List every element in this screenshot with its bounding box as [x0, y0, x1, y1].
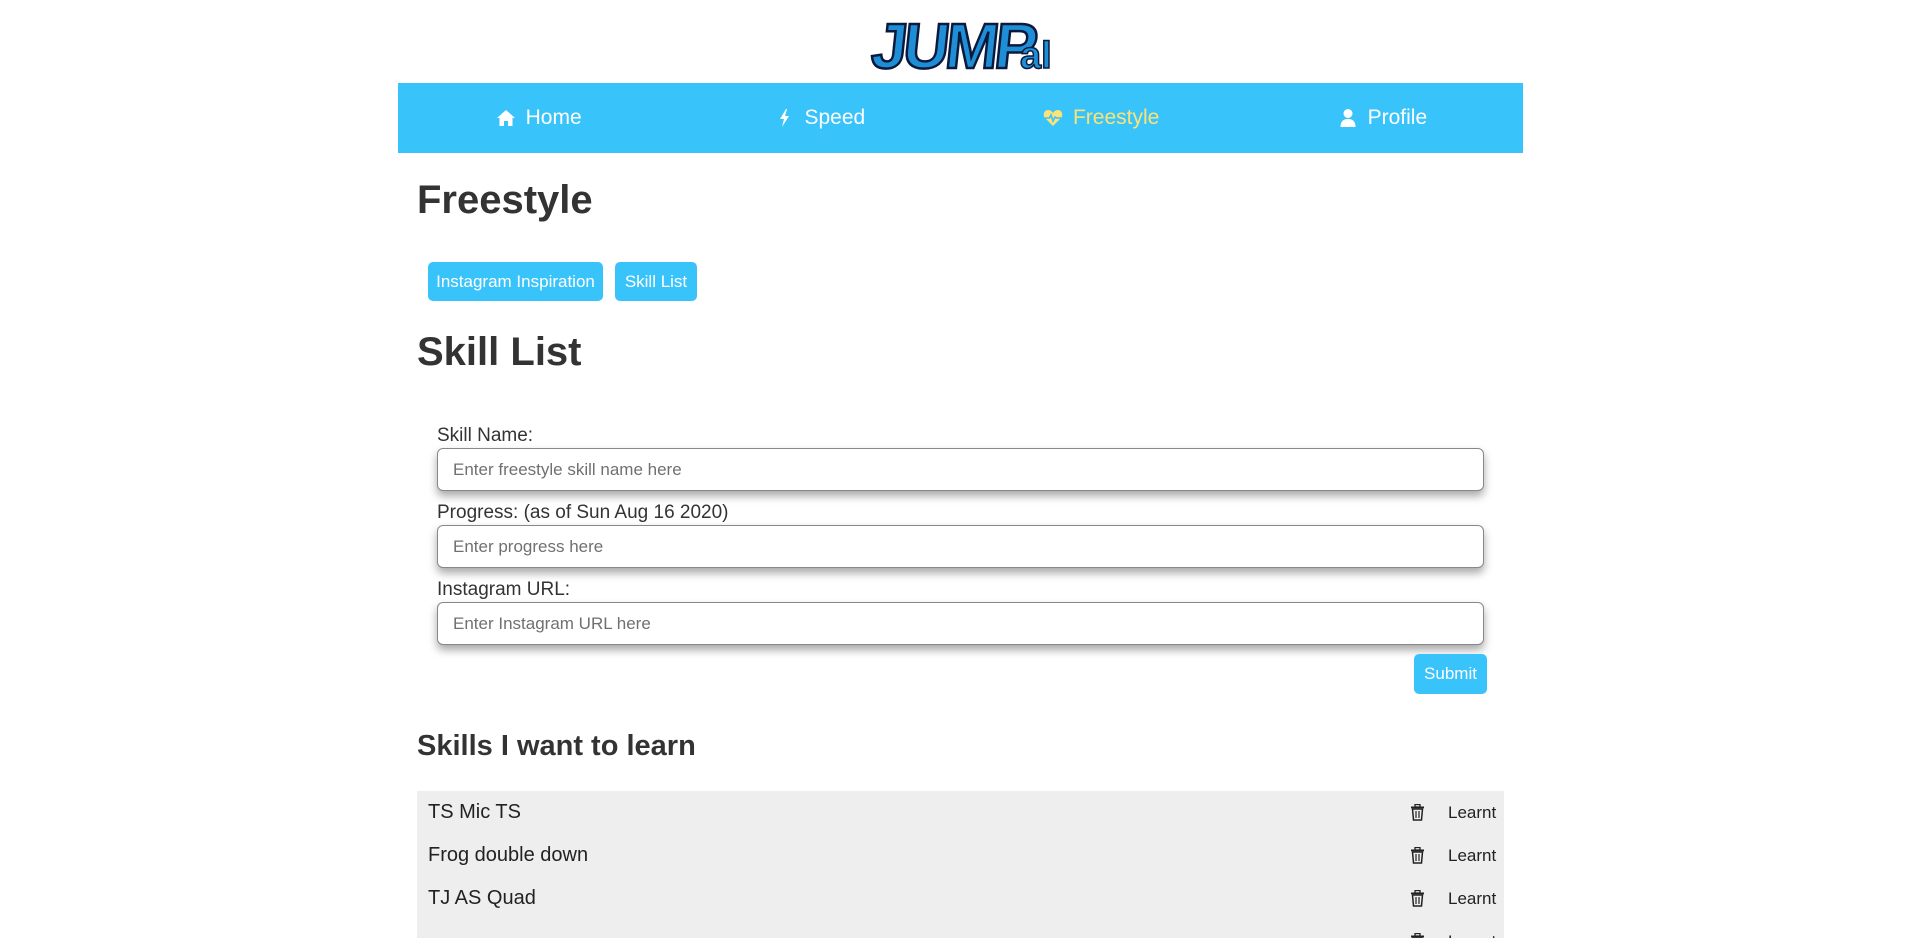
skill-list-button[interactable]: Skill List [615, 262, 697, 301]
logo-text-small: al [1020, 35, 1052, 76]
page-title: Freestyle [417, 178, 593, 222]
instagram-inspiration-button[interactable]: Instagram Inspiration [428, 262, 603, 301]
home-icon [496, 110, 515, 126]
trash-icon[interactable] [1410, 804, 1425, 821]
nav-item-profile[interactable]: Profile [1242, 83, 1523, 153]
skill-name-input[interactable] [437, 448, 1484, 491]
list-item: ... Learnt [417, 920, 1504, 938]
skill-name: Frog double down [428, 844, 589, 866]
learnt-button[interactable]: Learnt [1448, 932, 1496, 938]
trash-icon[interactable] [1410, 890, 1425, 907]
section-title: Skill List [417, 330, 582, 374]
main-navbar: Home Speed Freestyle Profile [398, 83, 1523, 153]
learnt-button[interactable]: Learnt [1448, 846, 1496, 866]
nav-label-home: Home [525, 106, 582, 129]
logo-text: JUMP [870, 10, 1040, 76]
list-item: TJ AS Quad Learnt [417, 877, 1504, 920]
submit-button[interactable]: Submit [1414, 654, 1487, 694]
trash-icon[interactable] [1410, 847, 1425, 864]
nav-label-speed: Speed [804, 106, 866, 129]
instagram-url-label: Instagram URL: [437, 579, 571, 600]
nav-item-freestyle[interactable]: Freestyle [961, 83, 1242, 153]
learnt-button[interactable]: Learnt [1448, 803, 1496, 823]
trash-icon[interactable] [1410, 933, 1425, 938]
instagram-url-input[interactable] [437, 602, 1484, 645]
nav-label-freestyle: Freestyle [1072, 106, 1160, 129]
heartbeat-icon [1043, 110, 1063, 126]
bolt-icon [779, 109, 789, 127]
progress-label: Progress: (as of Sun Aug 16 2020) [437, 502, 729, 523]
skills-list-title: Skills I want to learn [417, 730, 696, 762]
skill-name: ... [428, 930, 1504, 938]
list-item: TS Mic TS Learnt [417, 791, 1504, 834]
skill-name: TJ AS Quad [428, 887, 536, 909]
list-item: Frog double down Learnt [417, 834, 1504, 877]
skills-list: TS Mic TS Learnt Frog double down Learnt… [417, 791, 1504, 938]
progress-input[interactable] [437, 525, 1484, 568]
nav-item-home[interactable]: Home [398, 83, 679, 153]
learnt-button[interactable]: Learnt [1448, 889, 1496, 909]
skill-name: TS Mic TS [428, 801, 521, 823]
user-icon [1340, 109, 1356, 127]
skill-name-label: Skill Name: [437, 425, 534, 446]
jumpal-logo: JUMP al [870, 9, 1052, 76]
nav-label-profile: Profile [1367, 106, 1428, 129]
nav-item-speed[interactable]: Speed [679, 83, 960, 153]
